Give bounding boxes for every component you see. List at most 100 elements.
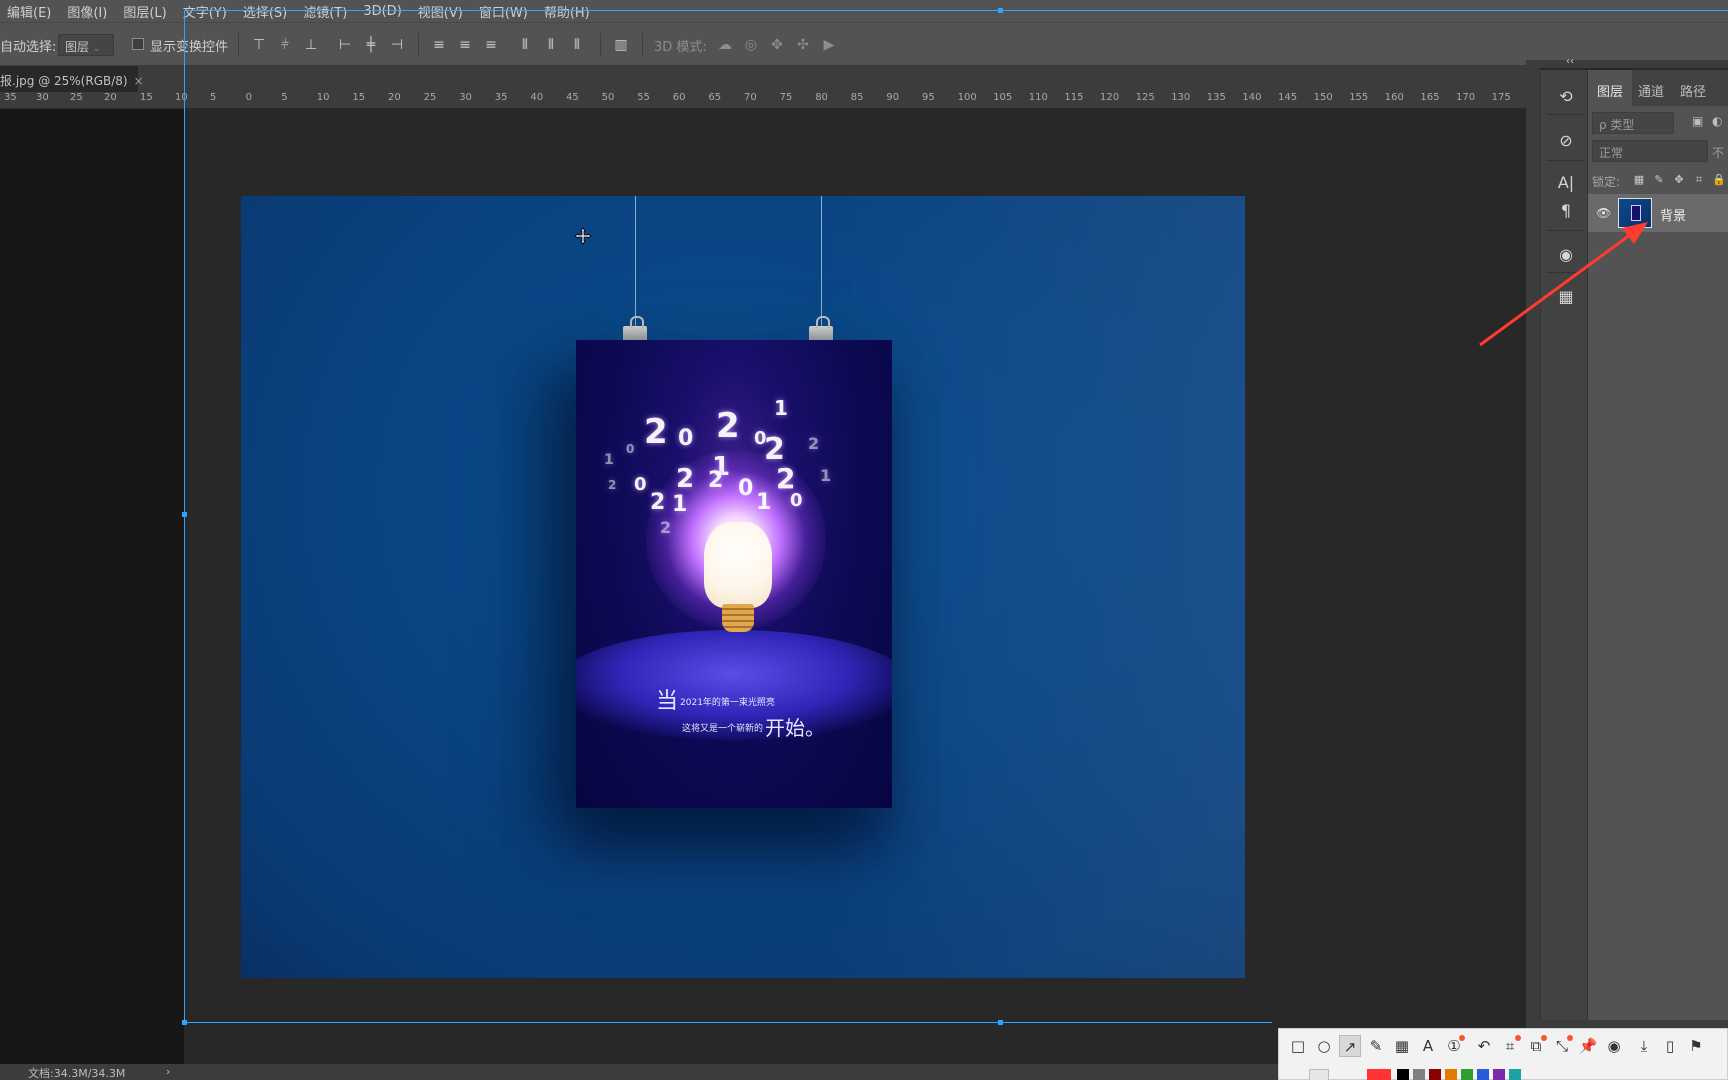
- distribute-right-icon[interactable]: ⦀: [568, 36, 586, 54]
- align-right-icon[interactable]: ⊣: [388, 36, 406, 54]
- color-swatch[interactable]: [1397, 1069, 1409, 1080]
- guide-top[interactable]: [184, 10, 1728, 11]
- paragraph-icon[interactable]: ¶: [1555, 200, 1577, 222]
- menu-image[interactable]: 图像(I): [60, 2, 116, 21]
- menu-filter[interactable]: 滤镜(T): [296, 2, 356, 21]
- download-icon[interactable]: ⤓: [1633, 1035, 1655, 1057]
- lock-transparency-icon[interactable]: ▦: [1632, 173, 1646, 187]
- mosaic-icon[interactable]: ▦: [1391, 1035, 1413, 1057]
- 3d-slide-icon[interactable]: ✣: [794, 36, 812, 54]
- document-tab-bar: 报.jpg @ 25%(RGB/8) ×: [0, 66, 1540, 92]
- mobile-icon[interactable]: ▯: [1659, 1035, 1681, 1057]
- 3d-drag-icon[interactable]: ✥: [768, 36, 786, 54]
- properties-icon[interactable]: ⊘: [1555, 130, 1577, 152]
- bookmark-icon[interactable]: ⚑: [1685, 1035, 1707, 1057]
- record-icon[interactable]: ◉: [1603, 1035, 1625, 1057]
- menu-help[interactable]: 帮助(H): [537, 2, 599, 21]
- lock-paint-icon[interactable]: ✎: [1652, 173, 1666, 187]
- history-icon[interactable]: ⟲: [1555, 86, 1577, 108]
- show-transform-checkbox[interactable]: [132, 38, 144, 50]
- image-filter-icon[interactable]: ▣: [1692, 114, 1703, 128]
- distribute-top-icon[interactable]: ≡: [430, 36, 448, 54]
- horizontal-ruler[interactable]: 35 30 25 20 15 10 5 0 5 10 15 20 25 30 35 40 45 50 5…: [0, 92, 1526, 109]
- eye-icon[interactable]: 👁: [1596, 206, 1611, 220]
- distribute-hcenter-icon[interactable]: ⦀: [542, 36, 560, 54]
- poster-number: 0: [738, 476, 754, 501]
- transform-handle[interactable]: [182, 1020, 187, 1025]
- rectangle-icon[interactable]: □: [1287, 1035, 1309, 1057]
- color-palette-icon[interactable]: ◉: [1555, 244, 1577, 266]
- grid-icon[interactable]: ▦: [1555, 286, 1577, 308]
- color-swatch[interactable]: [1509, 1069, 1521, 1080]
- ruler-label: 35: [4, 92, 17, 103]
- tab-layers[interactable]: 图层: [1588, 70, 1632, 106]
- tab-paths[interactable]: 路径: [1680, 70, 1706, 106]
- close-icon[interactable]: ×: [134, 74, 144, 88]
- layer-kind-filter[interactable]: ρ 类型: [1592, 112, 1674, 134]
- ruler-label: 10: [316, 92, 330, 103]
- transform-handle[interactable]: [182, 512, 187, 517]
- auto-align-icon[interactable]: ▥: [612, 36, 630, 54]
- transform-handle[interactable]: [998, 1020, 1003, 1025]
- 3d-roll-icon[interactable]: ◎: [742, 36, 760, 54]
- light-bulb-base: [722, 604, 754, 632]
- color-swatch[interactable]: [1429, 1069, 1441, 1080]
- align-hcenter-icon[interactable]: ╪: [362, 36, 380, 54]
- guide-bottom[interactable]: [184, 1022, 1272, 1023]
- 3d-camera-icon[interactable]: ▶: [820, 36, 838, 54]
- character-icon[interactable]: A|: [1555, 172, 1577, 194]
- document-tab[interactable]: 报.jpg @ 25%(RGB/8) ×: [0, 66, 144, 92]
- menu-layer[interactable]: 图层(L): [116, 2, 175, 21]
- transform-handle[interactable]: [998, 8, 1003, 13]
- lock-artboard-icon[interactable]: ⌗: [1692, 173, 1706, 187]
- align-vcenter-icon[interactable]: ⫩: [276, 36, 294, 54]
- chevron-down-icon: ⌄: [92, 44, 101, 54]
- color-swatch[interactable]: [1309, 1069, 1329, 1080]
- layer-name: 背景: [1660, 209, 1687, 224]
- color-swatch[interactable]: [1445, 1069, 1457, 1080]
- layer-row[interactable]: 👁 背景: [1588, 194, 1728, 232]
- divider: [642, 33, 643, 57]
- ruler-label: 120: [1100, 92, 1120, 103]
- ellipse-icon[interactable]: ○: [1313, 1035, 1335, 1057]
- distribute-vcenter-icon[interactable]: ≡: [456, 36, 474, 54]
- blend-mode-dropdown[interactable]: 正常: [1592, 140, 1708, 162]
- tab-channels[interactable]: 通道: [1638, 70, 1664, 106]
- color-swatch[interactable]: [1477, 1069, 1489, 1080]
- doc-size-status: 文档:34.3M/34.3M: [28, 1067, 126, 1080]
- menu-select[interactable]: 选择(S): [236, 2, 296, 21]
- align-bottom-icon[interactable]: ⊥: [302, 36, 320, 54]
- ruler-label: 170: [1456, 92, 1476, 103]
- pen-icon[interactable]: ✎: [1365, 1035, 1387, 1057]
- adjustment-filter-icon[interactable]: ◐: [1712, 114, 1722, 128]
- 3d-orbit-icon[interactable]: ☁: [716, 36, 734, 54]
- menu-3d[interactable]: 3D(D): [356, 4, 410, 19]
- menu-view[interactable]: 视图(V): [411, 2, 472, 21]
- arrow-icon[interactable]: ↗: [1339, 1035, 1361, 1057]
- color-swatch[interactable]: [1493, 1069, 1505, 1080]
- color-swatch[interactable]: [1461, 1069, 1473, 1080]
- menu-window[interactable]: 窗口(W): [472, 2, 537, 21]
- distribute-bottom-icon[interactable]: ≡: [482, 36, 500, 54]
- status-arrow-icon[interactable]: ›: [166, 1065, 170, 1078]
- divider: [1547, 272, 1583, 273]
- align-left-icon[interactable]: ⊢: [336, 36, 354, 54]
- color-swatch[interactable]: [1413, 1069, 1425, 1080]
- ruler-label: 25: [70, 92, 83, 103]
- distribute-left-icon[interactable]: ⦀: [516, 36, 534, 54]
- menu-edit[interactable]: 编辑(E): [0, 2, 60, 21]
- collapse-icon[interactable]: ‹‹: [1566, 56, 1574, 67]
- panel-collapse-bar[interactable]: ‹‹: [1526, 56, 1728, 68]
- lock-all-icon[interactable]: 🔒: [1712, 173, 1726, 187]
- align-top-icon[interactable]: ⊤: [250, 36, 268, 54]
- poster-number: 2: [644, 412, 668, 452]
- canvas-image[interactable]: 2021021202120120211202 当 2021年的第一束光照亮 这将又…: [241, 196, 1245, 978]
- layer-thumbnail: [1618, 198, 1652, 228]
- lock-move-icon[interactable]: ✥: [1672, 173, 1686, 187]
- ruler-label: 155: [1349, 92, 1369, 103]
- text-icon[interactable]: A: [1417, 1035, 1439, 1057]
- undo-icon[interactable]: ↶: [1473, 1035, 1495, 1057]
- pin-icon[interactable]: 📌: [1577, 1035, 1599, 1057]
- color-swatch-selected[interactable]: [1367, 1069, 1391, 1080]
- auto-select-dropdown[interactable]: 图层 ⌄: [58, 34, 114, 56]
